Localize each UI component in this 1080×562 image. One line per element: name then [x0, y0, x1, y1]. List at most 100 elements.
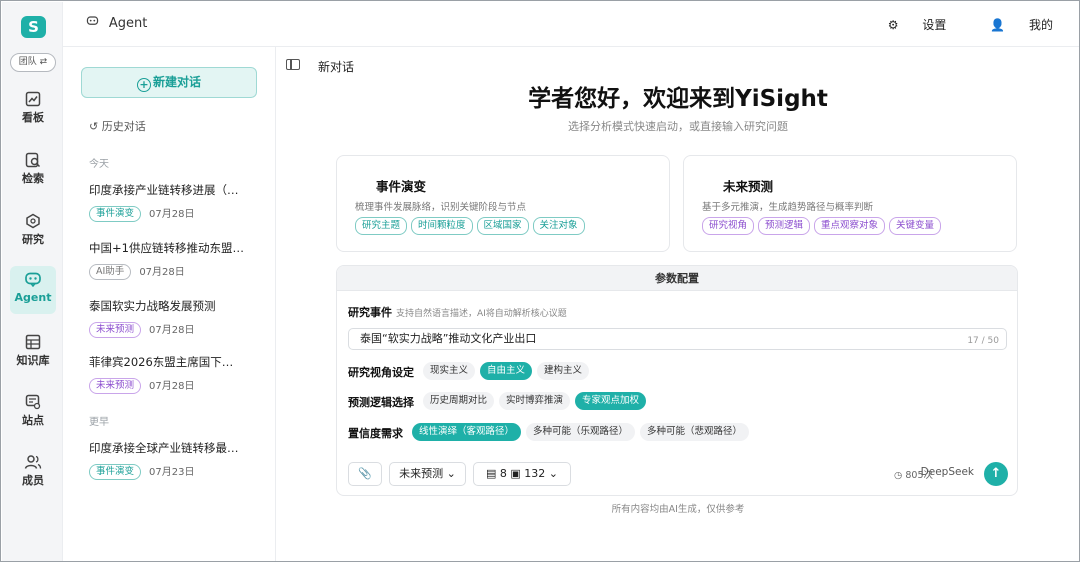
settings-label: 设置: [922, 18, 947, 32]
user-icon: 👤: [990, 18, 1006, 32]
logic-option[interactable]: 历史周期对比: [423, 392, 495, 410]
mode-card-tag[interactable]: 关注对象: [532, 217, 585, 235]
history-item-title: 菲律宾2026东盟主席国下…: [89, 355, 234, 369]
mode-card-tag[interactable]: 区域国家: [476, 217, 529, 235]
page-title: 新对话: [318, 60, 355, 74]
mode-select[interactable]: 未来预测 ⌄: [389, 462, 466, 486]
profile-label: 我的: [1028, 18, 1053, 32]
top-bar: Agent ⚙ 设置 👤 我的: [63, 2, 1079, 47]
send-button[interactable]: ↑: [984, 462, 1008, 486]
chart-icon: [10, 91, 56, 111]
logic-label: 预测逻辑选择: [348, 396, 414, 409]
rail-item-label: Agent: [14, 291, 52, 304]
history-item[interactable]: 印度承接产业链转移进展（… 事件演变 07月28日: [89, 182, 259, 222]
mode-card-future-prediction[interactable]: 未来预测 基于多元推演，生成趋势路径与概率判断 研究视角 预测逻辑 重点观察对象 关键…: [683, 155, 1017, 252]
confidence-option[interactable]: 多种可能（悲观路径）: [640, 423, 750, 441]
rail-item-agent[interactable]: Agent: [10, 266, 56, 314]
rail-item-label: 研究: [22, 233, 44, 246]
perspective-option[interactable]: 现实主义: [423, 362, 476, 380]
rail-item-label: 知识库: [16, 354, 50, 367]
rail-item-site[interactable]: 站点: [10, 389, 56, 435]
confidence-option[interactable]: 多种可能（乐观路径）: [526, 423, 636, 441]
agent-icon: [86, 16, 103, 30]
rail-item-search[interactable]: 检索: [10, 147, 56, 193]
chevron-down-icon: ⌄: [548, 467, 559, 480]
history-item[interactable]: 印度承接全球产业链转移最… 事件演变 07月23日: [89, 440, 259, 480]
group-label-earlier: 更早: [89, 417, 109, 428]
history-item[interactable]: 中国+1供应链转移推动东盟… AI助手 07月28日: [89, 240, 259, 280]
history-heading: ↺ 历史对话: [89, 118, 146, 134]
history-item-title: 印度承接全球产业链转移最…: [89, 441, 239, 455]
attach-button[interactable]: 📎: [348, 462, 382, 486]
source-select[interactable]: ▤ 8 ▣ 132 ⌄: [473, 462, 571, 486]
mode-card-tag[interactable]: 预测逻辑: [758, 217, 811, 235]
perspective-option-selected[interactable]: 自由主义: [480, 362, 533, 380]
event-label: 研究事件 支持自然语言描述，AI将自动解析核心议题: [348, 304, 567, 320]
mode-card-tag[interactable]: 重点观察对象: [814, 217, 886, 235]
history-item-date: 07月28日: [149, 209, 195, 220]
plus-icon: +: [136, 78, 151, 92]
logic-option[interactable]: 实时博弈推演: [499, 392, 571, 410]
mode-card-desc: 梳理事件发展脉络，识别关键阶段与节点: [355, 202, 527, 213]
history-item-date: 07月28日: [139, 267, 185, 278]
mode-card-desc: 基于多元推演，生成趋势路径与概率判断: [702, 202, 874, 213]
logic-options: 历史周期对比 实时博弈推演 专家观点加权: [423, 392, 651, 410]
rail-item-knowledge[interactable]: 知识库: [10, 329, 56, 375]
settings-button[interactable]: ⚙ 设置: [868, 18, 947, 32]
chevron-down-icon: ⌄: [446, 467, 456, 480]
confidence-label: 置信度需求: [348, 427, 403, 440]
app-window: S 团队 ⇄ 看板 检索 研究 Agent 知识库 站点 成员 Agent ⚙ …: [0, 0, 1080, 562]
new-chat-button[interactable]: + 新建对话: [81, 67, 257, 98]
history-panel: + 新建对话 ↺ 历史对话 今天 印度承接产业链转移进展（… 事件演变 07月28日…: [63, 47, 276, 561]
confidence-option-selected[interactable]: 线性演绎（客观路径）: [412, 423, 522, 441]
event-label-text: 研究事件: [348, 306, 392, 319]
history-item-tag: 未来预测: [89, 322, 142, 338]
search-doc-icon: [10, 152, 56, 172]
params-header: 参数配置: [337, 266, 1017, 291]
event-input-value: 泰国“软实力战略”推动文化产业出口: [360, 332, 537, 345]
mode-card-event-evolution[interactable]: 事件演变 梳理事件发展脉络，识别关键阶段与节点 研究主题 时间颗粒度 区域国家 关注对…: [336, 155, 670, 252]
group-label-today: 今天: [89, 159, 109, 170]
image-count: 132: [524, 467, 546, 480]
rail-item-members[interactable]: 成员: [10, 449, 56, 495]
welcome-subtitle: 选择分析模式快速启动，或直接输入研究问题: [568, 120, 788, 133]
rail-item-label: 站点: [22, 414, 44, 427]
perspective-option[interactable]: 建构主义: [537, 362, 590, 380]
clock-icon: ◷: [894, 470, 903, 481]
nav-rail: S 团队 ⇄ 看板 检索 研究 Agent 知识库 站点 成员: [2, 2, 63, 561]
mode-card-tag[interactable]: 研究主题: [355, 217, 408, 235]
params-panel: 参数配置 研究事件 支持自然语言描述，AI将自动解析核心议题 泰国“软实力战略”推…: [336, 265, 1018, 496]
mode-card-tag[interactable]: 时间颗粒度: [411, 217, 473, 235]
history-item[interactable]: 菲律宾2026东盟主席国下… 未来预测 07月28日: [89, 354, 259, 394]
history-item-tag: 事件演变: [89, 206, 142, 222]
event-hint: 支持自然语言描述，AI将自动解析核心议题: [396, 309, 567, 319]
rail-item-research[interactable]: 研究: [10, 208, 56, 254]
mode-card-tag[interactable]: 研究视角: [702, 217, 755, 235]
input-toolbar: 📎 未来预测 ⌄ ▤ 8 ▣ 132 ⌄ ◷ 805次 DeepSeek ↑: [348, 462, 1008, 486]
history-item-tag: 事件演变: [89, 464, 142, 480]
profile-button[interactable]: 👤 我的: [970, 18, 1053, 32]
gear-icon: ⚙: [887, 18, 899, 32]
rail-item-label: 成员: [22, 474, 44, 487]
members-icon: [10, 454, 56, 474]
app-logo[interactable]: S: [21, 16, 46, 38]
team-switch-button[interactable]: 团队 ⇄: [10, 53, 56, 72]
research-icon: [10, 213, 56, 233]
sidebar-toggle-icon[interactable]: [286, 59, 300, 70]
agent-icon: [10, 271, 56, 291]
perspective-label: 研究视角设定: [348, 366, 414, 379]
mode-card-tag[interactable]: 关键变量: [889, 217, 942, 235]
history-item[interactable]: 泰国软实力战略发展预测 未来预测 07月28日: [89, 298, 259, 338]
logic-option-selected[interactable]: 专家观点加权: [575, 392, 647, 410]
model-name[interactable]: DeepSeek: [921, 466, 974, 478]
new-chat-label: 新建对话: [152, 75, 201, 89]
knowledge-icon: [10, 334, 56, 354]
history-item-title: 泰国软实力战略发展预测: [89, 299, 216, 313]
history-item-title: 印度承接产业链转移进展（…: [89, 183, 239, 197]
top-actions: ⚙ 设置 👤 我的: [848, 16, 1053, 33]
welcome-heading: 学者您好，欢迎来到YiSight: [528, 86, 828, 112]
event-input[interactable]: 泰国“软实力战略”推动文化产业出口 17 / 50: [348, 328, 1007, 350]
arrow-up-icon: ↑: [990, 466, 1002, 481]
mode-card-title: 未来预测: [723, 179, 774, 194]
rail-item-dashboard[interactable]: 看板: [10, 86, 56, 132]
